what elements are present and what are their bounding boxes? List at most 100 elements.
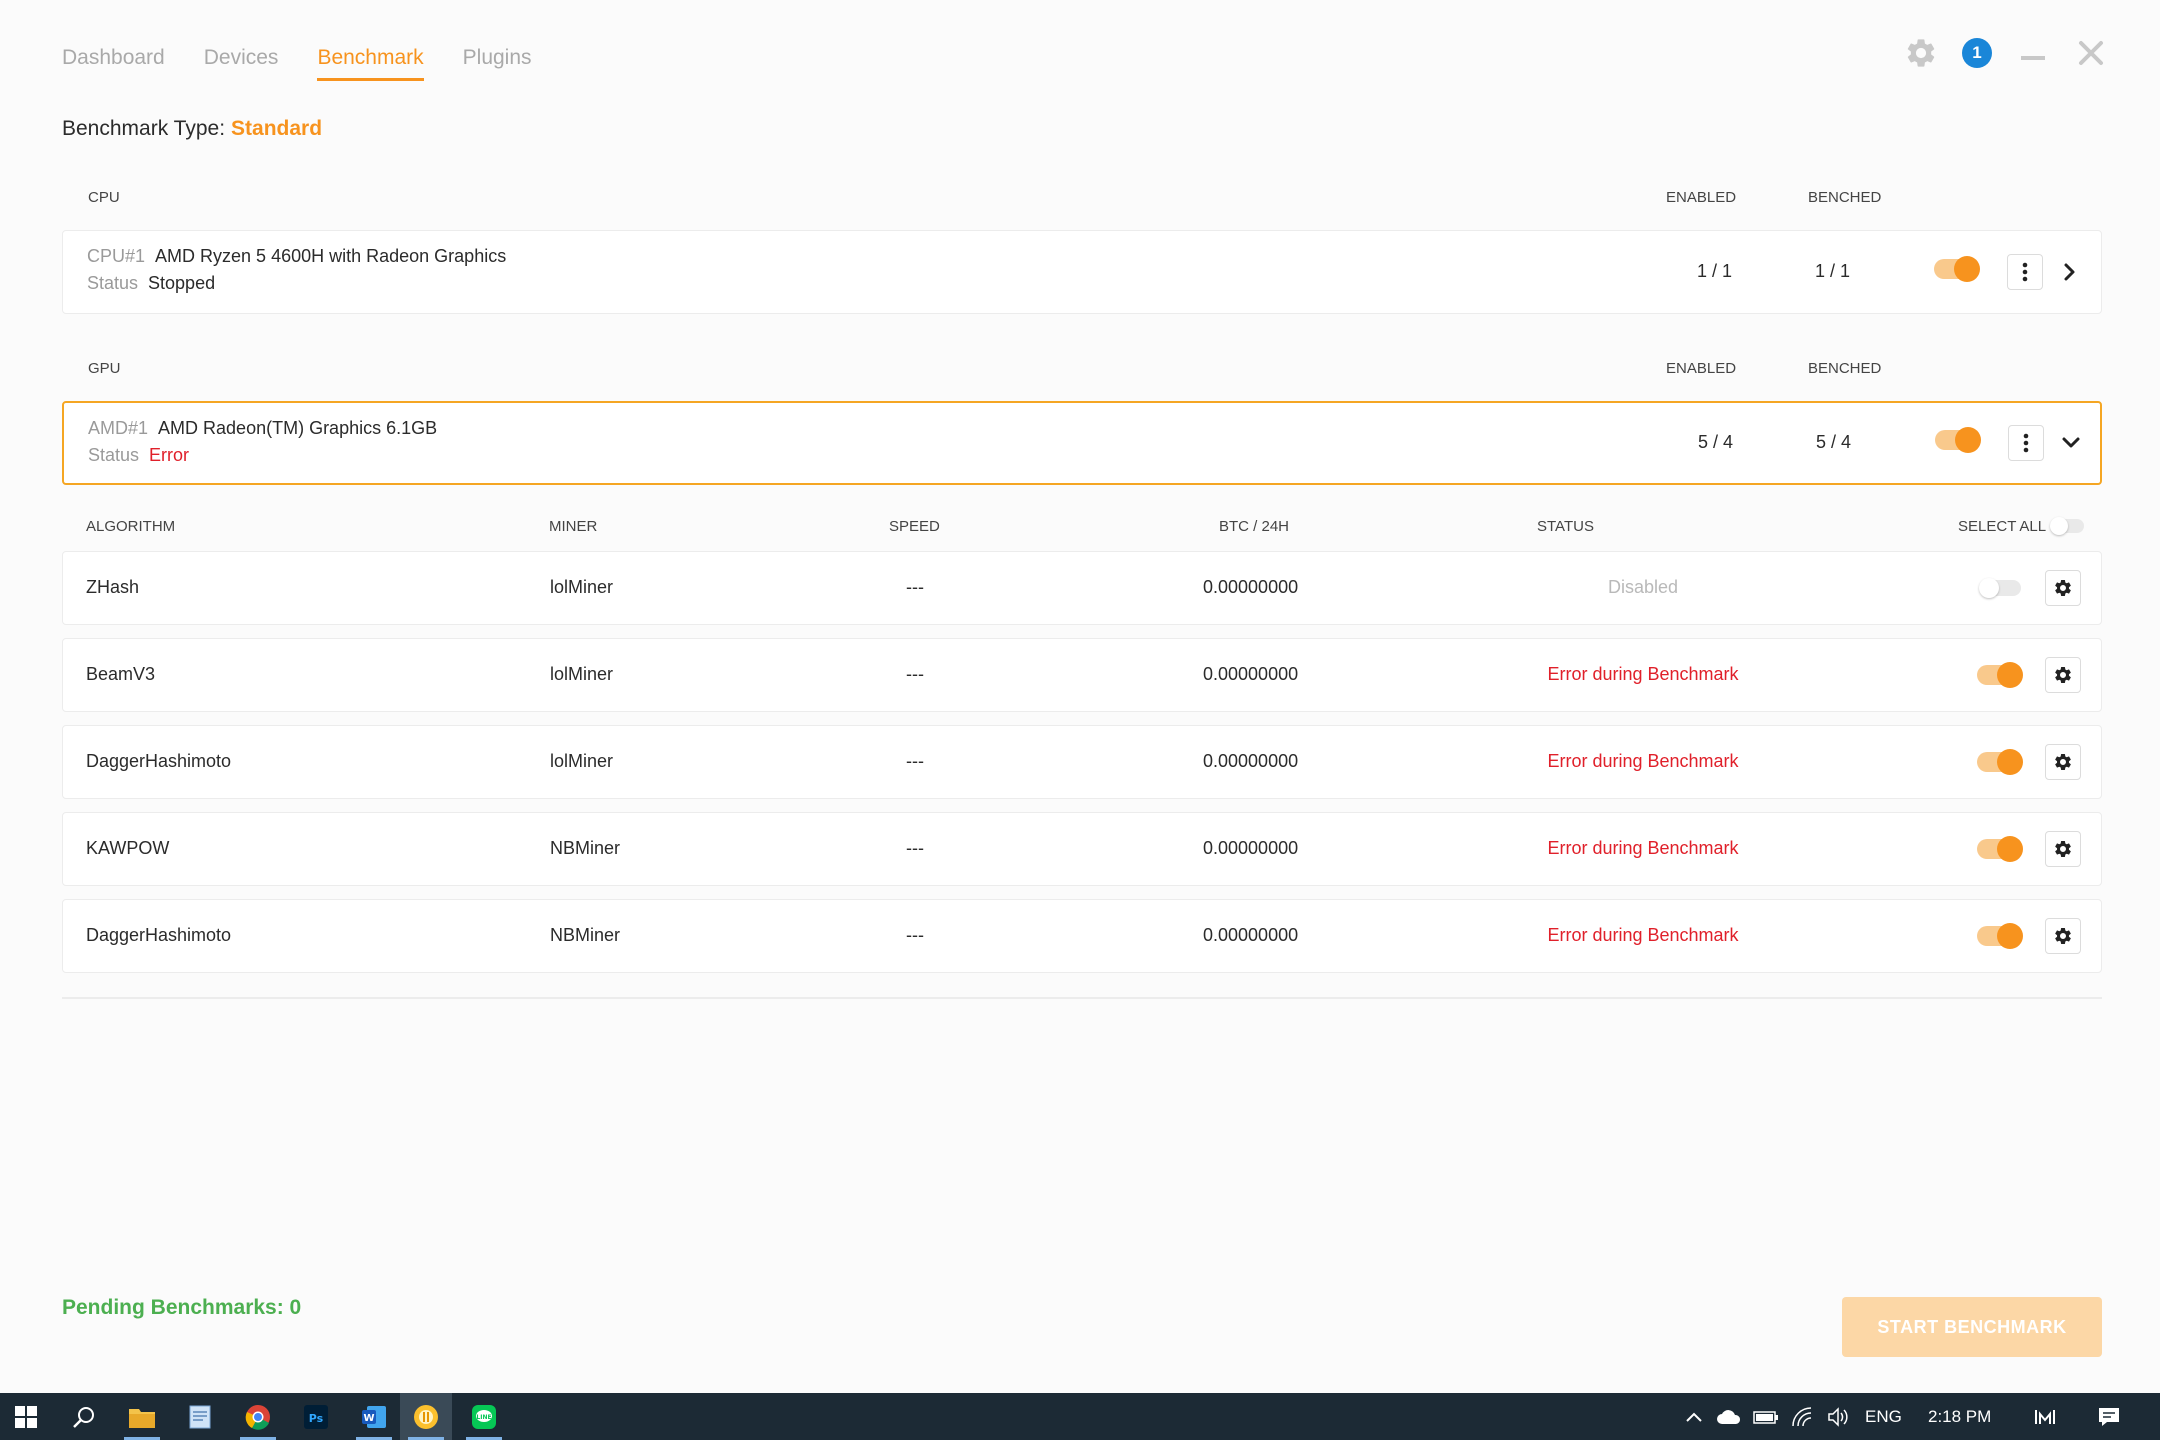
cpu-enable-toggle[interactable]: [1934, 256, 1980, 282]
start-benchmark-button[interactable]: START BENCHMARK: [1842, 1297, 2102, 1357]
tab-benchmark[interactable]: Benchmark: [317, 46, 424, 81]
gpu-device-name: AMD Radeon(TM) Graphics 6.1GB: [158, 418, 438, 438]
gpu-enable-toggle[interactable]: [1935, 427, 1981, 453]
btc-value: 0.00000000: [1203, 577, 1299, 597]
speed-value: ---: [906, 925, 924, 945]
algorithm-settings-gear-icon[interactable]: [2045, 657, 2081, 693]
algorithm-row[interactable]: DaggerHashimoto lolMiner --- 0.00000000 …: [62, 725, 2102, 799]
wifi-icon[interactable]: [1786, 1393, 1818, 1440]
gpu-benched-header: BENCHED: [1808, 360, 1882, 377]
algorithm-name: DaggerHashimoto: [86, 925, 232, 945]
chevron-down-icon[interactable]: [2058, 430, 2084, 461]
algorithm-enable-toggle[interactable]: [1977, 923, 2023, 949]
algorithm-name: BeamV3: [86, 664, 156, 684]
main-tabs: Dashboard Devices Benchmark Plugins: [62, 46, 532, 81]
algorithm-row[interactable]: ZHash lolMiner --- 0.00000000 Disabled: [62, 551, 2102, 625]
gpu-more-options-icon[interactable]: [2008, 425, 2044, 461]
nicehash-app-icon[interactable]: [400, 1393, 452, 1440]
tab-dashboard[interactable]: Dashboard: [62, 46, 165, 81]
battery-icon[interactable]: [1750, 1393, 1782, 1440]
algorithm-row[interactable]: KAWPOW NBMiner --- 0.00000000 Error duri…: [62, 812, 2102, 886]
btc-value: 0.00000000: [1203, 664, 1299, 684]
chrome-icon[interactable]: [232, 1393, 284, 1440]
gpu-device-row[interactable]: AMD#1 AMD Radeon(TM) Graphics 6.1GB Statu…: [62, 401, 2102, 485]
algorithm-settings-gear-icon[interactable]: [2045, 570, 2081, 606]
algorithm-enable-toggle[interactable]: [1979, 578, 2021, 598]
notepad-icon[interactable]: [174, 1393, 226, 1440]
algorithm-settings-gear-icon[interactable]: [2045, 744, 2081, 780]
svg-text:W: W: [363, 1413, 374, 1424]
window-controls: 1: [1904, 36, 2108, 70]
settings-gear-icon[interactable]: [1904, 36, 1938, 70]
miner-name: lolMiner: [550, 751, 614, 771]
status-value: Error during Benchmark: [1547, 925, 1739, 945]
algorithm-settings-gear-icon[interactable]: [2045, 831, 2081, 867]
minimize-icon[interactable]: [2016, 36, 2050, 70]
miner-name: NBMiner: [550, 838, 621, 858]
algorithm-name: ZHash: [86, 577, 140, 597]
close-icon[interactable]: [2074, 36, 2108, 70]
meet-now-icon[interactable]: [2028, 1393, 2062, 1440]
gpu-status-label: Status: [88, 445, 140, 465]
benchmark-type-value[interactable]: Standard: [231, 117, 322, 140]
header-algorithm: ALGORITHM: [86, 518, 176, 535]
gpu-header-label: GPU: [88, 360, 121, 377]
tab-devices[interactable]: Devices: [204, 46, 279, 81]
algorithm-enable-toggle[interactable]: [1977, 836, 2023, 862]
gpu-section-header: GPU ENABLED BENCHED: [62, 360, 2102, 384]
miner-name: lolMiner: [550, 577, 614, 597]
speed-value: ---: [906, 664, 924, 684]
algorithm-settings-gear-icon[interactable]: [2045, 918, 2081, 954]
onedrive-cloud-icon[interactable]: [1712, 1393, 1746, 1440]
taskbar-clock[interactable]: 2:18 PM: [1928, 1407, 1991, 1427]
miner-name: NBMiner: [550, 925, 621, 945]
windows-start-icon[interactable]: [0, 1393, 52, 1440]
cpu-section-header: CPU ENABLED BENCHED: [62, 189, 2102, 213]
btc-value: 0.00000000: [1203, 838, 1299, 858]
svg-text:Ps: Ps: [309, 1412, 324, 1425]
line-app-icon[interactable]: LINE: [458, 1393, 510, 1440]
cpu-more-options-icon[interactable]: [2007, 254, 2043, 290]
status-value: Disabled: [1607, 577, 1679, 597]
status-value: Error during Benchmark: [1547, 838, 1739, 858]
status-value: Error during Benchmark: [1547, 664, 1739, 684]
gpu-status-value: Error: [149, 445, 190, 465]
algorithm-name: KAWPOW: [86, 838, 170, 858]
algorithm-table-header: ALGORITHM MINER SPEED BTC / 24H STATUS S…: [62, 517, 2102, 542]
algorithm-enable-toggle[interactable]: [1977, 749, 2023, 775]
cpu-device-id: CPU#1: [87, 246, 146, 266]
chevron-up-icon[interactable]: [1680, 1393, 1708, 1440]
gpu-device-status: Status Error: [88, 445, 189, 466]
speed-value: ---: [906, 838, 924, 858]
volume-icon[interactable]: [1822, 1393, 1854, 1440]
gpu-enabled-header: ENABLED: [1666, 360, 1737, 377]
svg-text:LINE: LINE: [476, 1414, 491, 1421]
status-value: Error during Benchmark: [1547, 751, 1739, 771]
gpu-enabled-count: 5 / 4: [1698, 432, 1734, 452]
search-icon[interactable]: [58, 1393, 110, 1440]
language-indicator[interactable]: ENG: [1865, 1407, 1902, 1427]
benchmark-type-label: Benchmark Type:: [62, 117, 226, 140]
tab-plugins[interactable]: Plugins: [463, 46, 532, 81]
algorithm-row[interactable]: DaggerHashimoto NBMiner --- 0.00000000 E…: [62, 899, 2102, 973]
cpu-status-label: Status: [87, 273, 139, 293]
benchmark-type: Benchmark Type: Standard: [62, 117, 322, 141]
algorithm-name: DaggerHashimoto: [86, 751, 232, 771]
cpu-device-status: Status Stopped: [87, 273, 215, 294]
chevron-right-icon[interactable]: [2057, 259, 2083, 290]
header-speed: SPEED: [889, 518, 940, 535]
btc-value: 0.00000000: [1203, 751, 1299, 771]
select-all-toggle[interactable]: [2050, 517, 2084, 535]
file-explorer-icon[interactable]: [116, 1393, 168, 1440]
notification-badge[interactable]: 1: [1962, 38, 1992, 68]
photoshop-icon[interactable]: Ps: [290, 1393, 342, 1440]
speed-value: ---: [906, 577, 924, 597]
word-icon[interactable]: W: [348, 1393, 400, 1440]
cpu-header-label: CPU: [88, 189, 120, 206]
algorithm-enable-toggle[interactable]: [1977, 662, 2023, 688]
cpu-device-row[interactable]: CPU#1 AMD Ryzen 5 4600H with Radeon Graph…: [62, 230, 2102, 314]
action-center-icon[interactable]: [2092, 1393, 2126, 1440]
btc-value: 0.00000000: [1203, 925, 1299, 945]
algorithm-row[interactable]: BeamV3 lolMiner --- 0.00000000 Error dur…: [62, 638, 2102, 712]
section-divider: [62, 997, 2102, 999]
